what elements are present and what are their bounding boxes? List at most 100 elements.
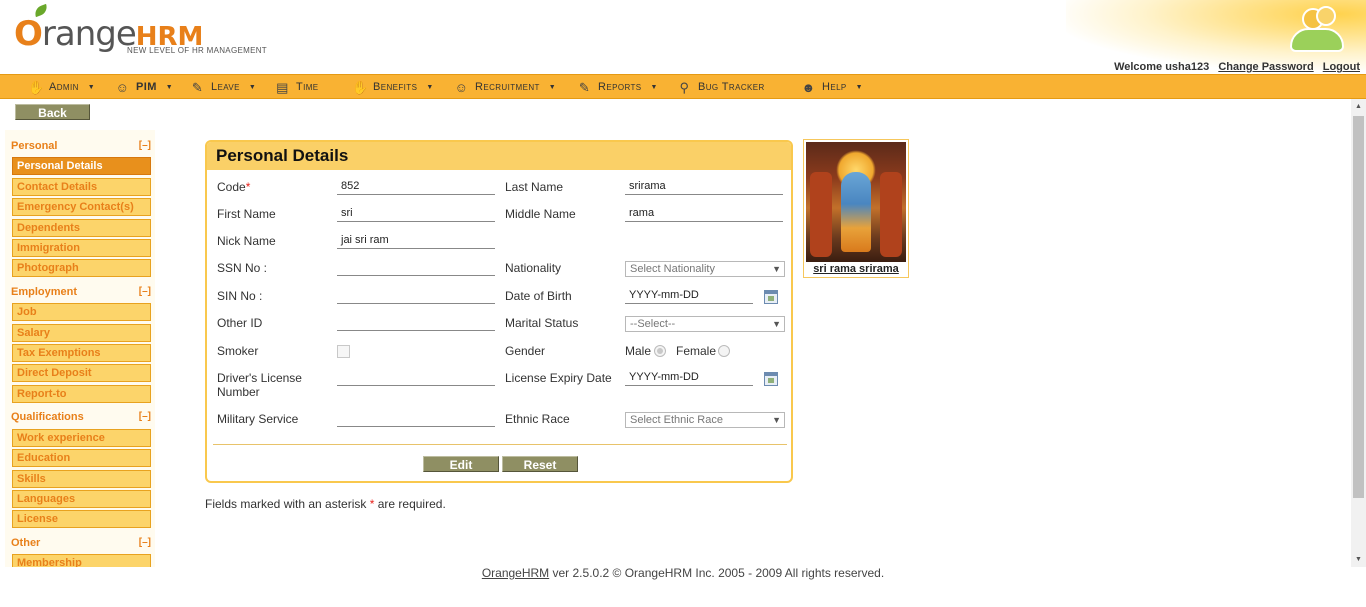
menu-pim[interactable]: ☺ PIM ▼ xyxy=(115,75,173,99)
leave-icon: ✎ xyxy=(191,79,204,95)
sidebar-item-license[interactable]: License xyxy=(12,510,151,528)
collapse-toggle[interactable]: [–] xyxy=(139,286,151,297)
first-name-label: First Name xyxy=(217,207,276,221)
orangehrm-logo[interactable]: OrangeHRM NEW LEVEL OF HR MANAGEMENT xyxy=(12,3,282,62)
last-name-field[interactable]: srirama xyxy=(625,180,783,195)
chevron-down-icon: ▼ xyxy=(772,415,781,425)
chevron-down-icon: ▼ xyxy=(548,83,557,91)
people-icon xyxy=(1286,4,1348,56)
nationality-label: Nationality xyxy=(505,261,562,275)
nationality-select[interactable]: Select Nationality ▼ xyxy=(625,261,785,277)
sidebar-item-personal-details[interactable]: Personal Details xyxy=(12,157,151,175)
chevron-down-icon: ▼ xyxy=(772,264,781,274)
smoker-checkbox[interactable] xyxy=(337,345,350,358)
male-radio[interactable] xyxy=(654,345,666,357)
section-employment: Employment [–] xyxy=(11,286,151,298)
help-icon: ☻ xyxy=(801,79,816,95)
divider xyxy=(213,444,787,445)
chevron-down-icon: ▼ xyxy=(87,83,96,91)
logout-link[interactable]: Logout xyxy=(1323,61,1360,73)
required-asterisk: * xyxy=(245,180,251,194)
app-window: OrangeHRM NEW LEVEL OF HR MANAGEMENT Wel… xyxy=(0,0,1366,607)
middle-name-label: Middle Name xyxy=(505,207,576,221)
orangehrm-footer-link[interactable]: OrangeHRM xyxy=(482,566,549,580)
military-service-field[interactable] xyxy=(337,412,495,427)
chevron-down-icon: ▼ xyxy=(650,83,658,91)
first-name-field[interactable]: sri xyxy=(337,207,495,222)
ssn-field[interactable] xyxy=(337,261,495,276)
sidebar-item-immigration[interactable]: Immigration xyxy=(12,239,151,257)
drivers-license-label: Driver's License Number xyxy=(217,371,302,399)
collapse-toggle[interactable]: [–] xyxy=(139,140,151,151)
sidebar-item-salary[interactable]: Salary xyxy=(12,324,151,342)
middle-name-field[interactable]: rama xyxy=(625,207,783,222)
section-other: Other [–] xyxy=(11,537,151,549)
collapse-toggle[interactable]: [–] xyxy=(139,537,151,548)
menu-reports[interactable]: ✎ Reports ▼ xyxy=(577,75,658,99)
sidebar-item-photograph[interactable]: Photograph xyxy=(12,259,151,277)
nick-name-field[interactable]: jai sri ram xyxy=(337,234,495,249)
sidebar-item-job[interactable]: Job xyxy=(12,303,151,321)
sidebar-item-languages[interactable]: Languages xyxy=(12,490,151,508)
smoker-label: Smoker xyxy=(217,344,259,358)
collapse-toggle[interactable]: [–] xyxy=(139,411,151,422)
employee-name-link[interactable]: sri rama srirama xyxy=(804,263,908,275)
scroll-down-arrow-icon[interactable]: ▼ xyxy=(1351,552,1366,567)
employee-photo[interactable] xyxy=(806,142,906,262)
male-label: Male xyxy=(625,344,652,358)
reset-button[interactable]: Reset xyxy=(502,456,578,472)
license-expiry-field[interactable]: YYYY-mm-DD xyxy=(625,371,753,386)
marital-status-select[interactable]: --Select-- ▼ xyxy=(625,316,785,332)
menu-benefits[interactable]: ✋ Benefits ▼ xyxy=(352,75,434,99)
code-field[interactable]: 852 xyxy=(337,180,495,195)
sidebar-item-work-experience[interactable]: Work experience xyxy=(12,429,151,447)
ethnic-race-select[interactable]: Select Ethnic Race ▼ xyxy=(625,412,785,428)
scroll-up-arrow-icon[interactable]: ▲ xyxy=(1351,99,1366,114)
chevron-down-icon: ▼ xyxy=(426,83,434,91)
sidebar-item-dependents[interactable]: Dependents xyxy=(12,219,151,237)
ssn-label: SSN No : xyxy=(217,261,268,275)
sidebar-item-skills[interactable]: Skills xyxy=(12,470,151,488)
back-button[interactable]: Back xyxy=(15,104,90,120)
personal-details-panel: Personal Details Code* 852 Last Name sri… xyxy=(205,140,793,483)
sidebar-item-report-to[interactable]: Report-to xyxy=(12,385,151,403)
drivers-license-field[interactable] xyxy=(337,371,495,386)
edit-button[interactable]: Edit xyxy=(423,456,499,472)
dob-label: Date of Birth xyxy=(505,289,572,303)
bug-tracker-icon: ⚲ xyxy=(679,79,690,95)
sidebar-item-education[interactable]: Education xyxy=(12,449,151,467)
menu-help[interactable]: ☻ Help ▼ xyxy=(801,75,863,99)
sin-field[interactable] xyxy=(337,289,495,304)
military-service-label: Military Service xyxy=(217,412,299,426)
chevron-down-icon: ▼ xyxy=(248,83,257,91)
chevron-down-icon: ▼ xyxy=(855,83,864,91)
other-id-field[interactable] xyxy=(337,316,495,331)
last-name-label: Last Name xyxy=(505,180,564,194)
scroll-thumb[interactable] xyxy=(1353,116,1364,498)
female-radio[interactable] xyxy=(718,345,730,357)
menu-leave[interactable]: ✎ Leave ▼ xyxy=(190,75,256,99)
female-label: Female xyxy=(676,344,717,358)
calendar-icon[interactable] xyxy=(764,290,778,304)
welcome-text: Welcome usha123 xyxy=(1114,61,1210,73)
sidebar-item-tax-exemptions[interactable]: Tax Exemptions xyxy=(12,344,151,362)
calendar-icon[interactable] xyxy=(764,372,778,386)
sin-label: SIN No : xyxy=(217,289,263,303)
sidebar-item-contact-details[interactable]: Contact Details xyxy=(12,178,151,196)
dob-field[interactable]: YYYY-mm-DD xyxy=(625,289,753,304)
menu-bug-tracker[interactable]: ⚲ Bug Tracker xyxy=(677,75,765,99)
pim-icon: ☺ xyxy=(115,79,130,95)
change-password-link[interactable]: Change Password xyxy=(1218,61,1313,73)
menu-admin[interactable]: ✋ Admin ▼ xyxy=(28,75,95,99)
sidebar-item-direct-deposit[interactable]: Direct Deposit xyxy=(12,364,151,382)
nick-name-label: Nick Name xyxy=(217,234,276,248)
footer: OrangeHRM ver 2.5.0.2 © OrangeHRM Inc. 2… xyxy=(481,566,885,580)
vertical-scrollbar[interactable]: ▲ ▼ xyxy=(1351,99,1366,567)
admin-icon: ✋ xyxy=(28,79,45,95)
required-fields-note: Fields marked with an asterisk * are req… xyxy=(205,497,446,511)
menu-time[interactable]: ▤ Time xyxy=(275,75,319,99)
sidebar-item-emergency-contacts[interactable]: Emergency Contact(s) xyxy=(12,198,151,216)
marital-status-label: Marital Status xyxy=(505,316,579,330)
reports-icon: ✎ xyxy=(578,79,591,95)
menu-recruitment[interactable]: ☺ Recruitment ▼ xyxy=(454,75,556,99)
